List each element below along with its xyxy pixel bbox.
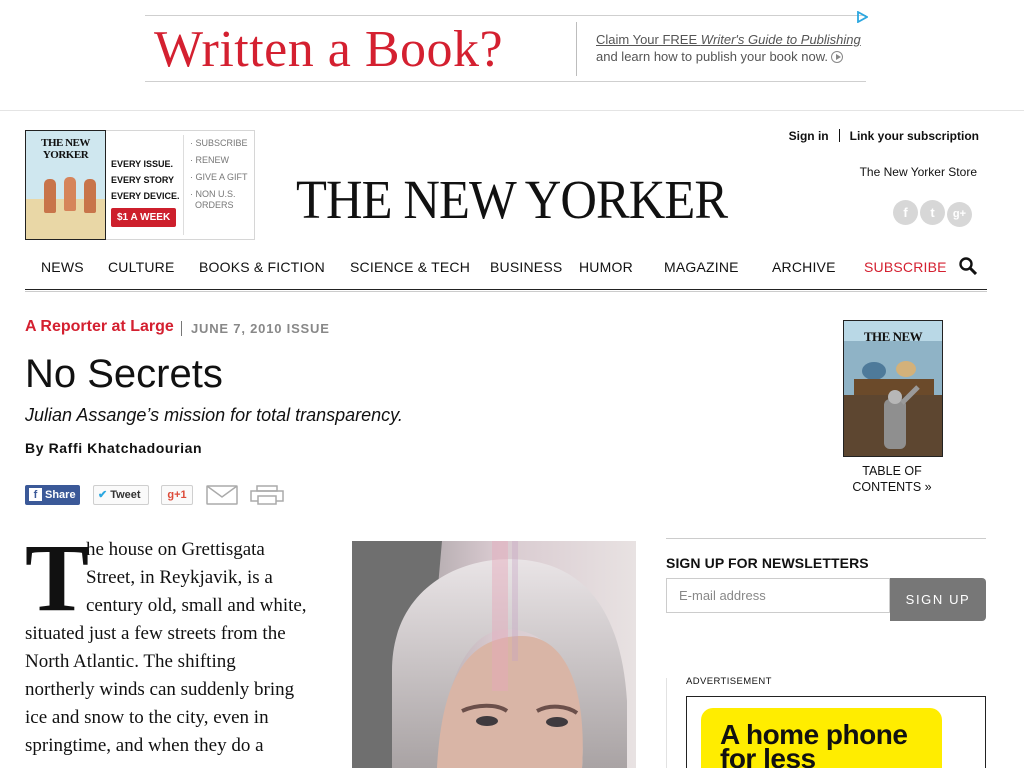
twitter-icon[interactable]: t <box>920 200 945 225</box>
nav-item-magazine[interactable]: MAGAZINE <box>664 259 739 275</box>
promo-line-3: EVERY DEVICE. <box>111 191 180 201</box>
body-line: ice and snow to the city, even in <box>25 707 269 728</box>
promo-line-2: EVERY STORY <box>111 175 175 185</box>
nav-item-news[interactable]: NEWS <box>41 259 84 275</box>
cover-figure <box>84 179 96 213</box>
social-links: f t g+ <box>893 200 974 227</box>
body-line: North Atlantic. The shifting <box>25 651 236 672</box>
nav-item-culture[interactable]: CULTURE <box>108 259 174 275</box>
sidebar-ad[interactable]: A home phone for less <box>686 696 986 768</box>
body-line: century old, small and white, <box>86 595 307 616</box>
promo-tagline: EVERY ISSUE. EVERY STORY EVERY DEVICE. <box>111 156 180 204</box>
main-nav: NEWS CULTURE BOOKS & FICTION SCIENCE & T… <box>25 254 987 290</box>
top-ad-banner[interactable]: Written a Book? Claim Your FREE Writer's… <box>145 15 866 82</box>
masthead-logo[interactable]: THE NEW YORKER <box>296 168 728 231</box>
account-links: Sign in Link your subscription <box>789 129 979 143</box>
ad-divider <box>576 22 577 76</box>
body-line: he house on Grettisgata <box>86 539 265 560</box>
print-icon[interactable] <box>250 485 284 505</box>
ad-claim-link[interactable]: Claim Your FREE Writer's Guide to Publis… <box>596 32 861 47</box>
rubric-separator <box>181 321 182 336</box>
article-byline[interactable]: By Raffi Khatchadourian <box>25 440 202 456</box>
promo-link-gift[interactable]: · GIVE A GIFT <box>190 169 253 186</box>
promo-link-renew[interactable]: · RENEW <box>190 152 253 169</box>
cover-figure <box>64 177 76 211</box>
email-field[interactable] <box>666 578 890 613</box>
toc-line-2: CONTENTS » <box>852 480 932 494</box>
sign-in-link[interactable]: Sign in <box>789 129 829 143</box>
body-line: Street, in Reykjavik, is a <box>86 567 273 588</box>
ad-claim-italic: Writer's Guide to Publishing <box>700 32 861 47</box>
facebook-share-button[interactable]: f Share <box>25 485 80 505</box>
facebook-icon[interactable]: f <box>893 200 918 225</box>
subscribe-promo[interactable]: THE NEW YORKER EVERY ISSUE. EVERY STORY … <box>25 130 255 240</box>
promo-link-orders[interactable]: ORDERS <box>190 200 253 211</box>
sidebar-divider <box>666 678 667 768</box>
ad-claim-prefix: Claim Your FREE <box>596 32 701 47</box>
promo-cover-masthead: THE NEW YORKER <box>41 137 90 161</box>
search-icon[interactable] <box>959 257 977 275</box>
issue-cover-image[interactable]: THE NEW YORKER <box>843 320 943 457</box>
email-icon[interactable] <box>206 485 238 505</box>
drop-cap: T <box>25 524 90 631</box>
article-rubric[interactable]: A Reporter at Large <box>25 318 174 336</box>
nav-item-subscribe[interactable]: SUBSCRIBE <box>864 259 947 275</box>
dollar-a-week-button[interactable]: $1 A WEEK <box>111 208 177 227</box>
nav-divider <box>25 291 987 292</box>
facebook-share-label: Share <box>45 489 76 501</box>
gplus-count: +1 <box>174 489 187 501</box>
ad-headline[interactable]: Written a Book? <box>154 20 503 80</box>
issue-date[interactable]: JUNE 7, 2010 ISSUE <box>191 321 330 336</box>
newsletter-title: SIGN UP FOR NEWSLETTERS <box>666 555 869 571</box>
nav-item-business[interactable]: BUSINESS <box>490 259 562 275</box>
newsletter-divider <box>666 538 986 539</box>
nav-item-books-fiction[interactable]: BOOKS & FICTION <box>199 259 325 275</box>
promo-cover-image[interactable]: THE NEW YORKER <box>25 130 106 240</box>
promo-link-subscribe[interactable]: · SUBSCRIBE <box>190 135 253 152</box>
article-portrait-photo <box>352 541 636 768</box>
article-title: No Secrets <box>25 352 223 396</box>
header-divider <box>0 110 1024 111</box>
ad-learn-text[interactable]: and learn how to publish your book now. <box>596 49 843 64</box>
nav-item-science-tech[interactable]: SCIENCE & TECH <box>350 259 470 275</box>
facebook-icon: f <box>29 488 42 501</box>
body-line: springtime, and when they do a <box>25 735 264 756</box>
play-icon <box>831 51 843 63</box>
body-line: northerly winds can suddenly bring <box>25 679 295 700</box>
google-plus-icon[interactable]: g+ <box>947 202 972 227</box>
google-plus-button[interactable]: g+1 <box>161 485 193 505</box>
adchoices-icon[interactable] <box>856 11 868 23</box>
promo-links: · SUBSCRIBE · RENEW · GIVE A GIFT · NON … <box>183 135 253 235</box>
account-separator <box>838 129 840 142</box>
twitter-bird-icon: ✔ <box>98 489 108 501</box>
tweet-label: Tweet <box>110 489 141 501</box>
store-link[interactable]: The New Yorker Store <box>860 165 977 179</box>
toc-line-1: TABLE OF <box>862 464 922 478</box>
advertisement-label: ADVERTISEMENT <box>686 676 772 687</box>
ad-learn-label: and learn how to publish your book now. <box>596 49 828 64</box>
sign-up-button[interactable]: SIGN UP <box>890 578 986 621</box>
table-of-contents-link[interactable]: TABLE OF CONTENTS » <box>842 463 942 495</box>
tweet-button[interactable]: ✔ Tweet <box>93 485 149 505</box>
body-line: situated just a few streets from the <box>25 623 286 644</box>
nav-item-archive[interactable]: ARCHIVE <box>772 259 836 275</box>
cover-figure <box>44 179 56 213</box>
promo-line-1: EVERY ISSUE. <box>111 159 174 169</box>
ad-text: A home phone for less <box>720 721 908 768</box>
promo-link-non-us[interactable]: · NON U.S. <box>190 189 253 200</box>
nav-item-humor[interactable]: HUMOR <box>579 259 633 275</box>
cover-illustration <box>844 341 942 456</box>
link-subscription-link[interactable]: Link your subscription <box>850 129 979 143</box>
article-dek: Julian Assange’s mission for total trans… <box>25 405 403 425</box>
ad-text-line-2: for less <box>720 743 816 768</box>
